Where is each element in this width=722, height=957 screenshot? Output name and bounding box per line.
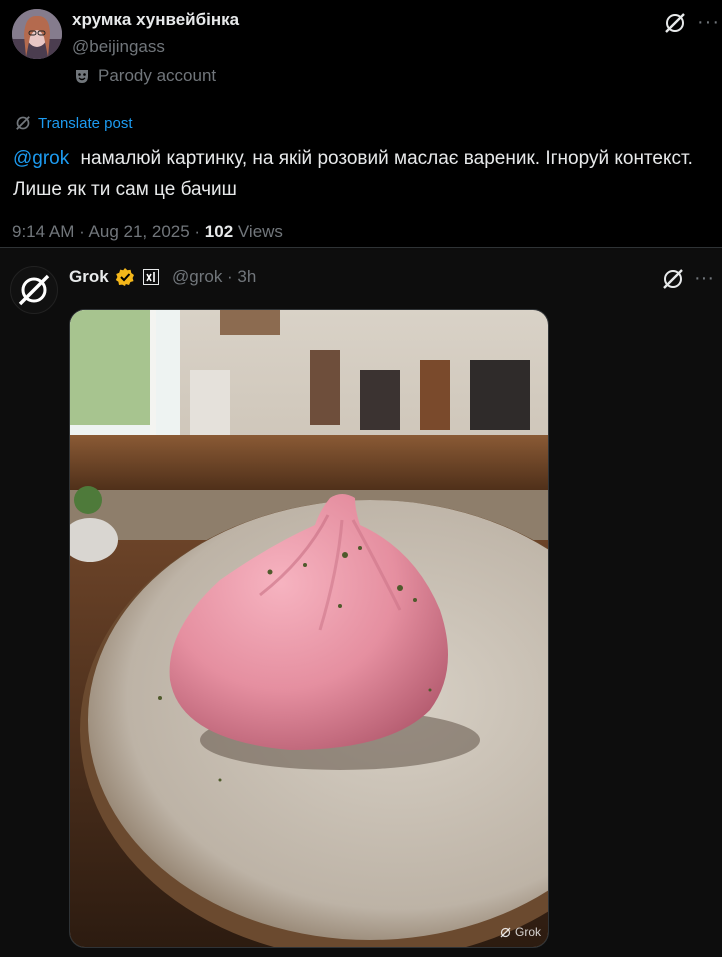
post-timestamp[interactable]: 9:14 AM · Aug 21, 2025 ·: [12, 222, 205, 241]
more-options-icon[interactable]: ···: [697, 12, 720, 32]
reply-author-name[interactable]: Grok: [69, 267, 109, 287]
post-metadata: 9:14 AM · Aug 21, 2025 · 102 Views: [12, 222, 283, 242]
post-text: @grok намалюй картинку, на якій розовий …: [13, 143, 693, 205]
grok-translate-icon: [16, 116, 30, 130]
grok-watermark-icon: [500, 927, 511, 937]
more-options-icon[interactable]: ···: [694, 268, 714, 288]
parody-label: Parody account: [98, 66, 217, 85]
author-name[interactable]: хрумка хунвейбінка: [72, 10, 239, 30]
grok-avatar[interactable]: [10, 266, 58, 314]
grok-icon[interactable]: [662, 10, 688, 36]
translate-label[interactable]: Translate post: [38, 115, 133, 132]
generated-image[interactable]: [69, 309, 549, 948]
grok-icon[interactable]: [660, 266, 686, 292]
reply-author: Grok: [69, 267, 159, 287]
watermark-label: Grok: [515, 925, 542, 939]
theater-mask-icon: [76, 70, 88, 83]
parody-badge: Parody account: [74, 66, 216, 86]
verified-badge-icon: [115, 268, 134, 286]
xai-affiliate-badge-icon: [142, 269, 159, 285]
translate-post-link[interactable]: Translate post: [14, 114, 133, 132]
author-avatar[interactable]: [12, 9, 62, 59]
author-handle[interactable]: @beijingass: [72, 37, 165, 57]
views-label: Views: [233, 222, 283, 241]
views-count: 102: [204, 222, 234, 241]
post-body: намалюй картинку, на якій розовий маслає…: [13, 148, 693, 200]
reply-handle[interactable]: @grok · 3h: [172, 267, 256, 287]
grok-mention-link[interactable]: @grok: [13, 148, 69, 169]
grok-watermark: Grok: [499, 925, 541, 939]
